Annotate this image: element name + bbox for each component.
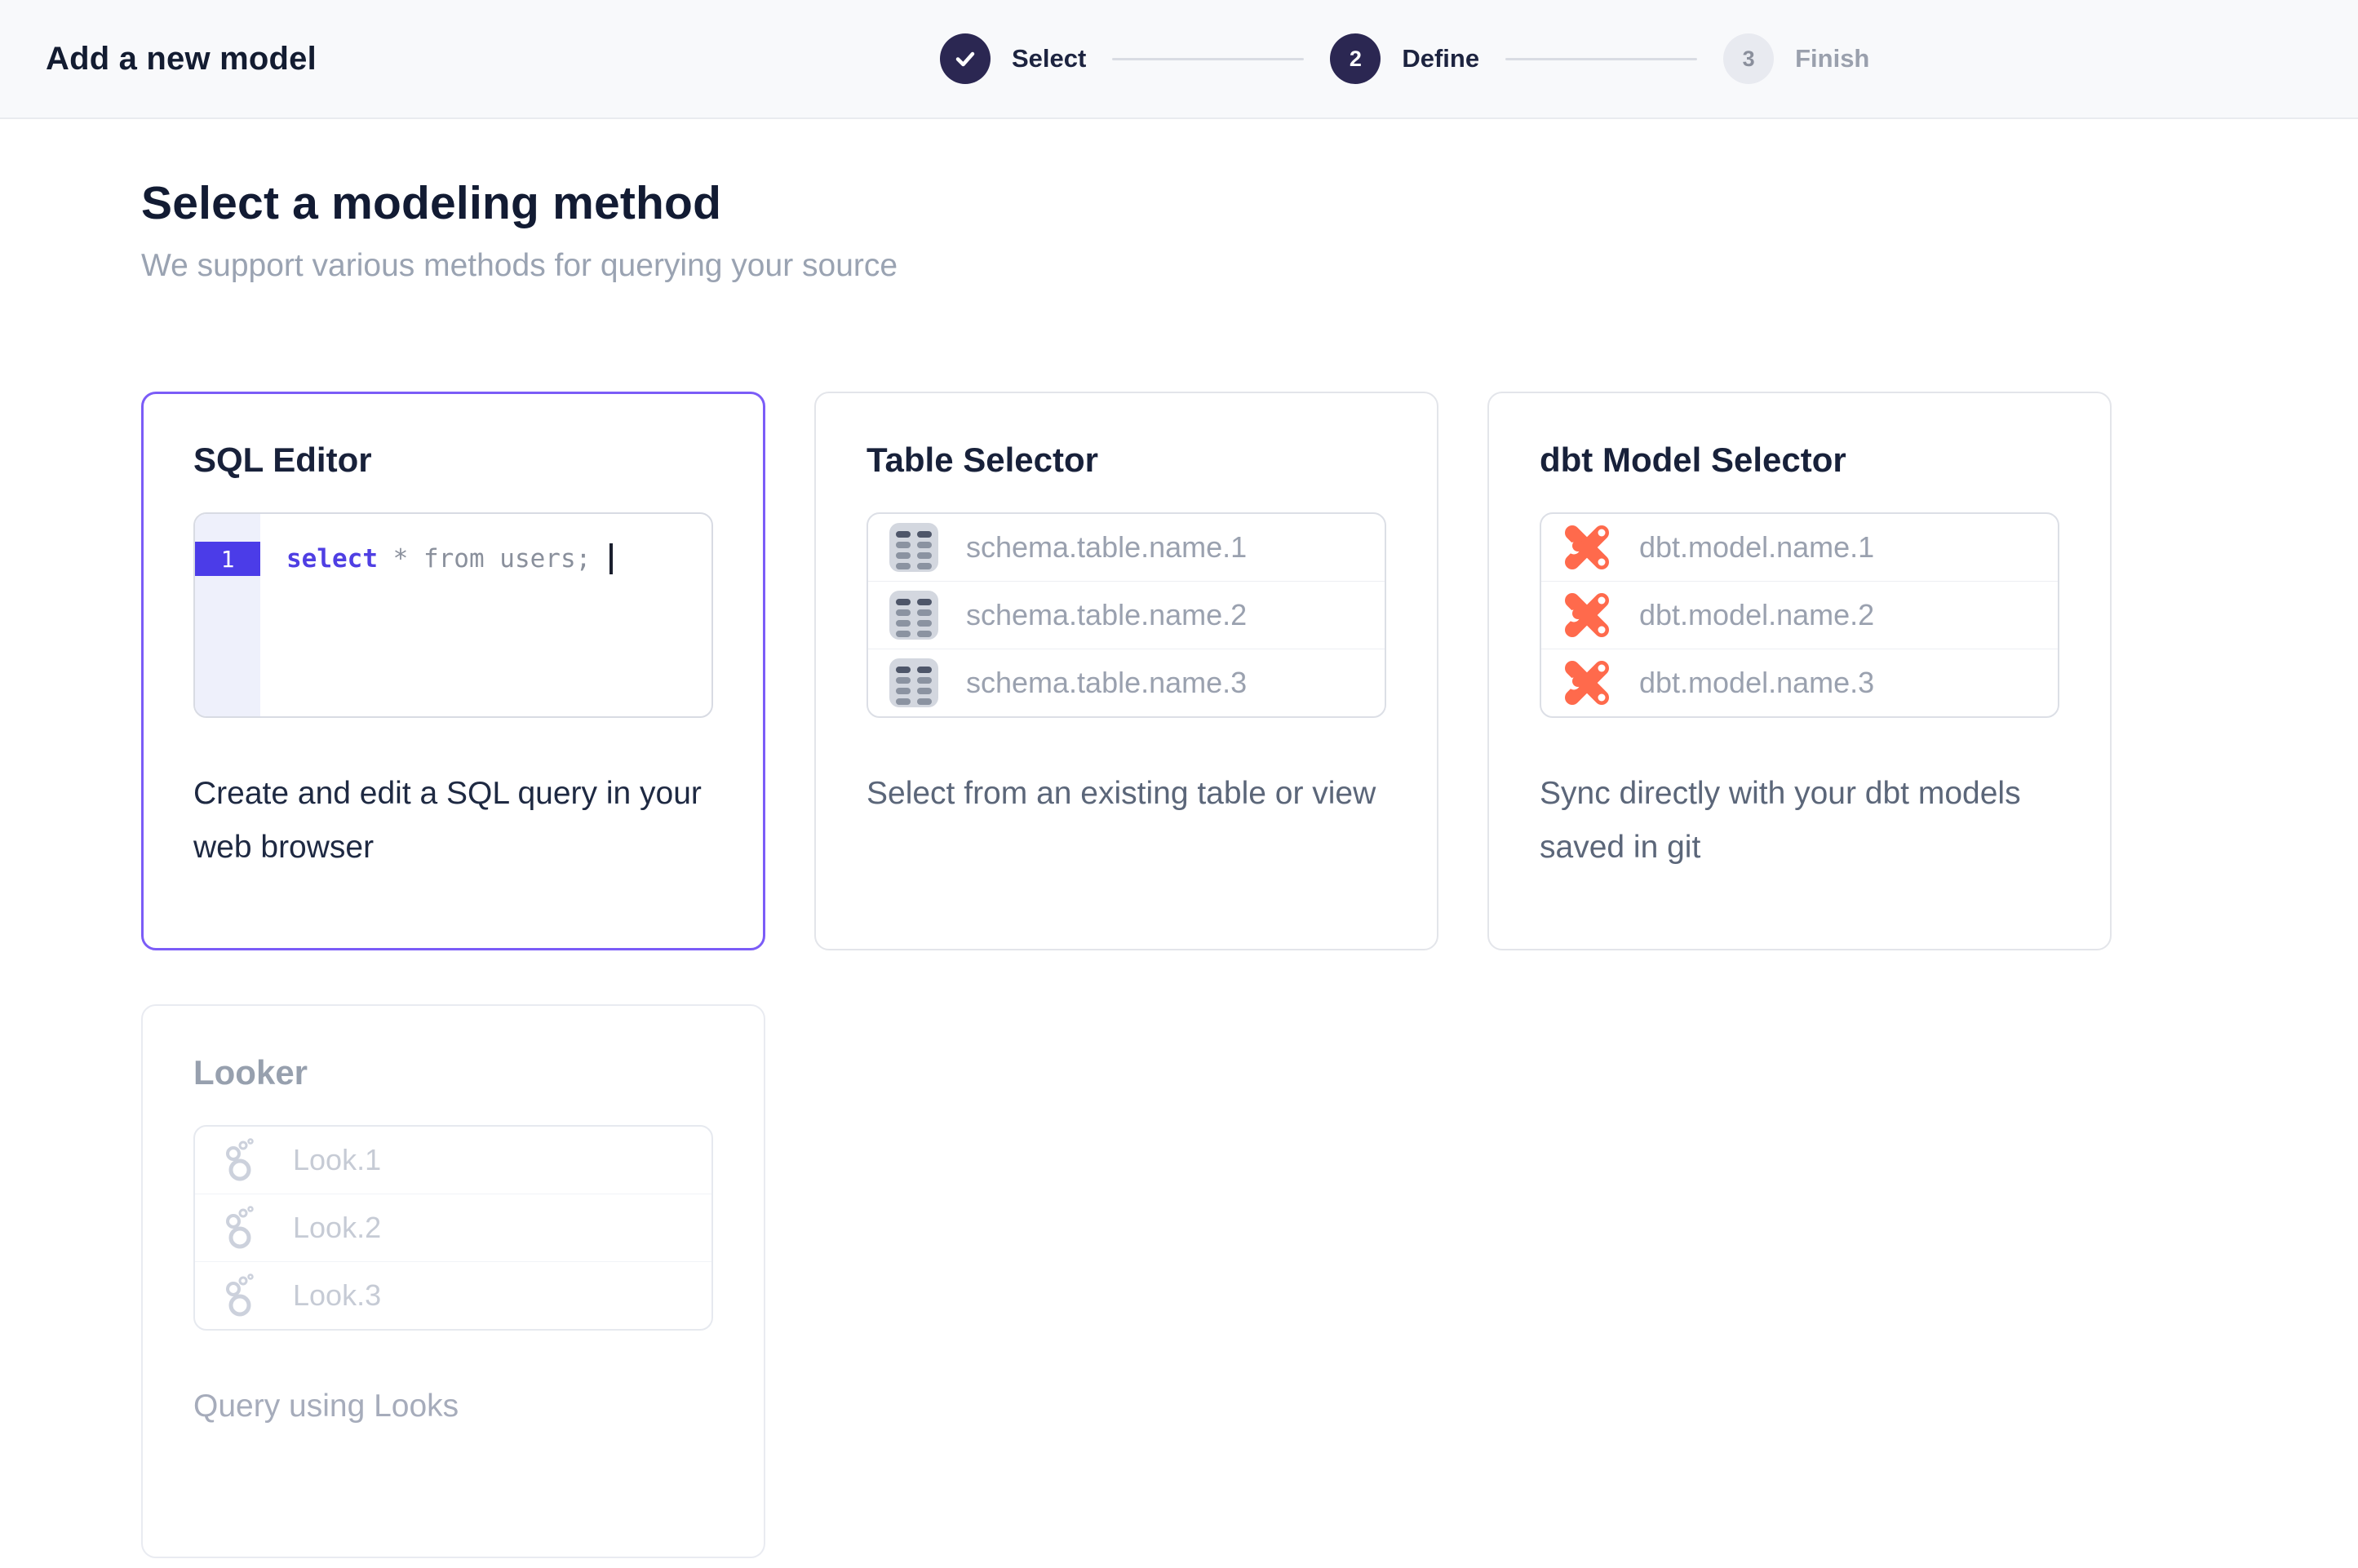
list-item: schema.table.name.3 <box>868 649 1385 716</box>
step-select-indicator[interactable] <box>940 33 991 84</box>
text-cursor <box>609 543 613 574</box>
dbt-model-name: dbt.model.name.3 <box>1639 666 1874 700</box>
table-name: schema.table.name.1 <box>966 530 1247 565</box>
dbt-model-name: dbt.model.name.1 <box>1639 530 1874 565</box>
card-table-selector-title: Table Selector <box>867 441 1386 480</box>
card-looker-title: Looker <box>193 1053 713 1092</box>
table-name: schema.table.name.2 <box>966 598 1247 632</box>
step-define-label: Define <box>1402 44 1479 73</box>
modal-body: Select a modeling method We support vari… <box>0 119 2358 1558</box>
sql-code-preview: 1 select * from users; <box>193 512 713 718</box>
dbt-logo-icon <box>1561 657 1613 709</box>
list-item: Look.3 <box>195 1262 711 1329</box>
stepper: Select 2 Define 3 Finish <box>940 0 1869 117</box>
method-cards-grid: SQL Editor 1 select * from users; Create… <box>141 392 2358 1558</box>
step-define[interactable]: 2 Define <box>1330 33 1479 84</box>
list-item: Look.1 <box>195 1127 711 1194</box>
add-model-modal: Add a new model Select 2 Define <box>0 0 2358 1568</box>
table-icon <box>888 657 940 709</box>
looker-logo-icon <box>215 1205 267 1251</box>
page-title: Select a modeling method <box>141 176 2358 230</box>
dbt-logo-icon <box>1561 589 1613 641</box>
card-looker-description: Query using Looks <box>193 1380 713 1433</box>
dbt-model-name: dbt.model.name.2 <box>1639 598 1874 632</box>
sql-line-number: 1 <box>221 546 235 573</box>
sql-active-line-highlight: 1 <box>195 542 260 576</box>
table-list-preview: schema.table.name.1 schema.table.name.2 … <box>867 512 1386 718</box>
step-finish-label: Finish <box>1795 44 1869 73</box>
sql-keyword: select <box>286 544 378 574</box>
card-table-selector[interactable]: Table Selector schema.table.name.1 schem… <box>814 392 1438 950</box>
dbt-list-preview: dbt.model.name.1 dbt.model.name.2 dbt.mo… <box>1540 512 2059 718</box>
looker-list-preview: Look.1 Look.2 Look.3 <box>193 1125 713 1331</box>
card-dbt-selector[interactable]: dbt Model Selector dbt.model.name.1 dbt.… <box>1487 392 2112 950</box>
list-item: Look.2 <box>195 1194 711 1262</box>
stepper-connector <box>1505 58 1697 60</box>
look-name: Look.1 <box>293 1143 381 1177</box>
table-name: schema.table.name.3 <box>966 666 1247 700</box>
card-sql-editor-title: SQL Editor <box>193 441 713 480</box>
dbt-logo-icon <box>1561 521 1613 574</box>
look-name: Look.3 <box>293 1278 381 1313</box>
sql-code-line: select * from users; <box>286 542 613 576</box>
step-finish-indicator: 3 <box>1723 33 1774 84</box>
sql-code-rest: * from users; <box>378 544 606 574</box>
list-item: dbt.model.name.2 <box>1541 582 2058 649</box>
list-item: schema.table.name.1 <box>868 514 1385 582</box>
card-sql-editor-description: Create and edit a SQL query in your web … <box>193 767 713 875</box>
looker-logo-icon <box>215 1137 267 1183</box>
modal-title: Add a new model <box>46 41 317 78</box>
card-table-selector-description: Select from an existing table or view <box>867 767 1386 821</box>
page-subtitle: We support various methods for querying … <box>141 248 2358 284</box>
modal-header: Add a new model Select 2 Define <box>0 0 2358 119</box>
list-item: dbt.model.name.1 <box>1541 514 2058 582</box>
step-select[interactable]: Select <box>940 33 1086 84</box>
check-icon <box>953 47 977 71</box>
table-icon <box>888 521 940 574</box>
step-define-number: 2 <box>1350 47 1362 72</box>
card-looker: Looker Look.1 Look.2 <box>141 1004 765 1558</box>
step-finish: 3 Finish <box>1723 33 1869 84</box>
card-sql-editor[interactable]: SQL Editor 1 select * from users; Create… <box>141 392 765 950</box>
step-finish-number: 3 <box>1743 47 1755 72</box>
stepper-connector <box>1112 58 1304 60</box>
step-define-indicator[interactable]: 2 <box>1330 33 1381 84</box>
table-icon <box>888 589 940 641</box>
list-item: dbt.model.name.3 <box>1541 649 2058 716</box>
card-dbt-selector-title: dbt Model Selector <box>1540 441 2059 480</box>
list-item: schema.table.name.2 <box>868 582 1385 649</box>
looker-logo-icon <box>215 1273 267 1318</box>
card-dbt-selector-description: Sync directly with your dbt models saved… <box>1540 767 2059 875</box>
step-select-label: Select <box>1012 44 1086 73</box>
look-name: Look.2 <box>293 1211 381 1245</box>
